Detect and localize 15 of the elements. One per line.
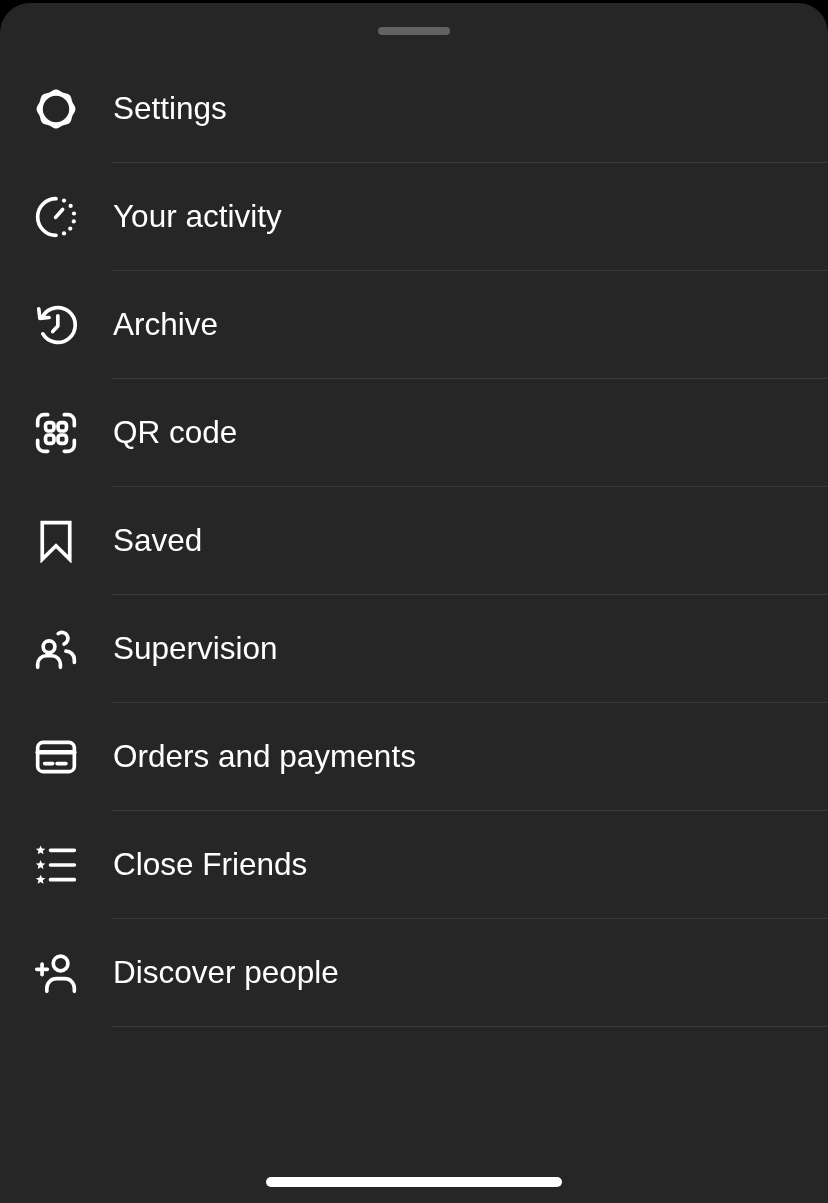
history-icon bbox=[34, 303, 78, 347]
menu-item[interactable]: Archive bbox=[0, 271, 828, 379]
timer-icon bbox=[34, 195, 78, 239]
add-person-icon bbox=[34, 951, 78, 995]
menu-item[interactable]: Settings bbox=[0, 55, 828, 163]
drag-handle[interactable] bbox=[378, 27, 450, 35]
menu-item[interactable]: Saved bbox=[0, 487, 828, 595]
menu-item[interactable]: Orders and payments bbox=[0, 703, 828, 811]
menu-item[interactable]: Discover people bbox=[0, 919, 828, 1027]
menu-item[interactable]: Your activity bbox=[0, 163, 828, 271]
qr-code-icon bbox=[34, 411, 78, 455]
menu-item[interactable]: QR code bbox=[0, 379, 828, 487]
menu-item[interactable]: Close Friends bbox=[0, 811, 828, 919]
menu-item[interactable]: Supervision bbox=[0, 595, 828, 703]
gear-icon bbox=[34, 87, 78, 131]
